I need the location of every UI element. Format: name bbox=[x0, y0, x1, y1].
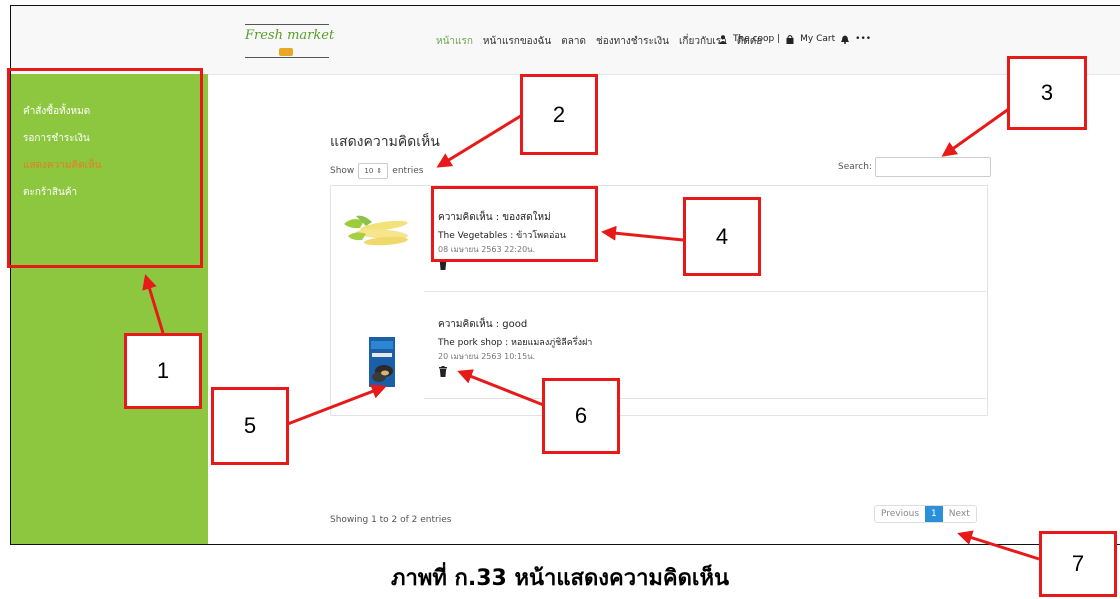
annotation-label-3: 3 bbox=[1007, 56, 1087, 130]
figure-caption: ภาพที่ ก.33 หน้าแสดงความคิดเห็น bbox=[391, 566, 729, 591]
annotation-label-2: 2 bbox=[520, 74, 598, 155]
annotation-label-5: 5 bbox=[211, 387, 289, 465]
annotation-label-6: 6 bbox=[542, 378, 620, 454]
annotation-label-4: 4 bbox=[683, 197, 761, 276]
annotation-label-1: 1 bbox=[124, 333, 202, 409]
